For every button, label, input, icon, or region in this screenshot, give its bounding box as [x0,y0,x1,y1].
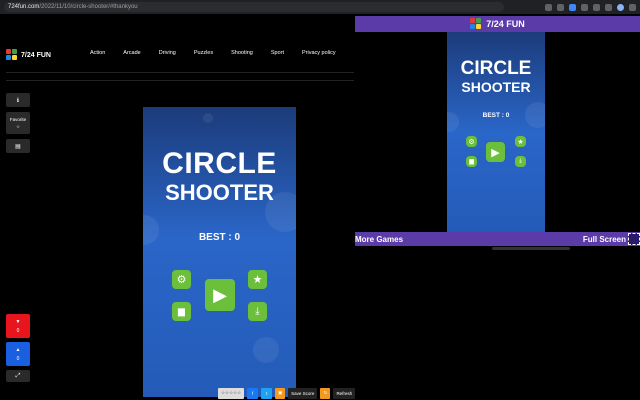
fullscreen-button[interactable]: ⤢ [6,370,30,382]
favorite-button[interactable]: Favorite ☆ [6,112,30,134]
panel-leaderboard-button[interactable]: ▆ [466,156,477,167]
address-bar[interactable]: 724fun.com/2022/11/10/circle-shooter/#th… [4,2,504,12]
nav-item-arcade[interactable]: Arcade [123,50,140,56]
extension-icon[interactable] [581,3,588,11]
rating-stars[interactable]: ☆☆☆☆☆ [218,387,245,399]
comment-icon: ▤ [15,143,21,150]
menu-dots-icon[interactable] [629,3,636,11]
profile-avatar-icon[interactable] [617,3,624,11]
full-screen-label: Full Screen [582,234,626,244]
twitter-icon: t [266,390,268,396]
twitter-share-button[interactable]: t [261,387,273,399]
gear-icon: ⚙ [176,274,187,286]
like-count: 0 [16,355,20,362]
more-games-link[interactable]: More Games [355,235,403,244]
logo-text: 7/24 FUN [21,51,51,59]
full-screen-button[interactable]: Full Screen [583,233,640,245]
like-button[interactable]: ▲ 0 [6,342,30,366]
thumbs-down-icon: ▼ [15,318,21,325]
logo-icon [6,49,18,61]
panel-scrollbar[interactable] [492,247,570,250]
divider [6,72,354,73]
star-icon: ☆ [15,123,21,129]
settings-button[interactable]: ⚙ [172,270,191,289]
nav-item-sport[interactable]: Sport [271,50,284,56]
save-icon: ▣ [275,387,286,399]
puzzle-icon[interactable] [605,3,612,11]
comment-button[interactable]: ▤ [6,139,30,153]
thumbs-up-icon: ▲ [15,346,21,353]
game-subtitle: SHOOTER [165,180,274,205]
nav-item-shooting[interactable]: Shooting [231,50,253,56]
play-icon: ▶ [213,284,227,305]
star-icon: ★ [517,138,524,146]
bubble-decoration [253,337,279,363]
panel-game-title: CIRCLE [460,58,532,79]
panel-footer-bar: More Games Full Screen [355,232,640,246]
info-icon: ℹ [16,97,20,104]
panel-settings-button[interactable]: ⚙ [466,136,477,147]
extension-panel: 7/24 FUN CIRCLE SHOOTER BEST : 0 ⚙ ★ ▶ ▆… [355,14,640,400]
panel-game-subtitle: SHOOTER [461,79,531,95]
extension-icons [545,3,636,11]
nav-item-privacy[interactable]: Privacy policy [302,50,336,56]
panel-header: 7/24 FUN [355,16,640,32]
site-page: 7/24 FUN Action Arcade Driving Puzzles S… [0,14,355,400]
download-icon: ⤓ [255,306,260,317]
panel-share-button[interactable]: ⤓ [515,156,526,167]
nav-item-driving[interactable]: Driving [159,50,176,56]
panel-achievements-button[interactable]: ★ [515,136,526,147]
favorite-label: Favorite [9,116,27,122]
divider [6,80,354,81]
panel-play-button[interactable]: ▶ [486,142,505,162]
game-title: CIRCLE [162,147,277,180]
facebook-share-button[interactable]: f [247,387,259,399]
refresh-icon: ↻ [320,387,331,399]
play-icon: ▶ [491,146,500,159]
panel-best-score: BEST : 0 [482,112,510,119]
info-button[interactable]: ℹ [6,93,30,107]
dislike-button[interactable]: ▼ 0 [6,314,30,338]
download-icon: ⤓ [519,158,522,164]
refresh-button[interactable]: Refresh [333,387,356,399]
expand-icon [628,233,640,245]
best-score: BEST : 0 [198,232,241,243]
play-button[interactable]: ▶ [205,279,235,311]
share-button[interactable]: ⤓ [248,302,267,321]
podium-icon: ▆ [469,159,474,165]
bubble-decoration [203,113,213,123]
extension-icon[interactable] [593,3,600,11]
extension-icon[interactable] [569,3,576,11]
podium-icon: ▆ [178,306,185,316]
url-path: /2022/11/10/circle-shooter/#thankyou [39,4,138,10]
game-canvas[interactable]: CIRCLE SHOOTER BEST : 0 ⚙ ★ ▶ ▆ ⤓ [143,107,296,397]
main-nav: Action Arcade Driving Puzzles Shooting S… [90,50,336,56]
expand-icon: ⤢ [15,372,21,379]
share-icon[interactable] [545,3,552,11]
site-logo[interactable]: 7/24 FUN [6,49,51,61]
star-icon: ★ [252,274,263,286]
bookmark-star-icon[interactable] [557,3,564,11]
nav-item-action[interactable]: Action [90,50,105,56]
gear-icon: ⚙ [468,138,475,146]
facebook-icon: f [252,390,254,396]
logo-icon [470,18,482,30]
dislike-count: 0 [16,327,20,334]
panel-title: 7/24 FUN [486,19,525,29]
panel-game-canvas[interactable]: CIRCLE SHOOTER BEST : 0 ⚙ ★ ▶ ▆ ⤓ [447,32,545,232]
save-score-button[interactable]: Save Score [288,387,318,399]
url-host: 724fun.com [8,4,40,10]
nav-item-puzzles[interactable]: Puzzles [194,50,213,56]
leaderboard-button[interactable]: ▆ [172,302,191,321]
browser-toolbar: 724fun.com/2022/11/10/circle-shooter/#th… [0,0,640,14]
achievements-button[interactable]: ★ [248,270,267,289]
